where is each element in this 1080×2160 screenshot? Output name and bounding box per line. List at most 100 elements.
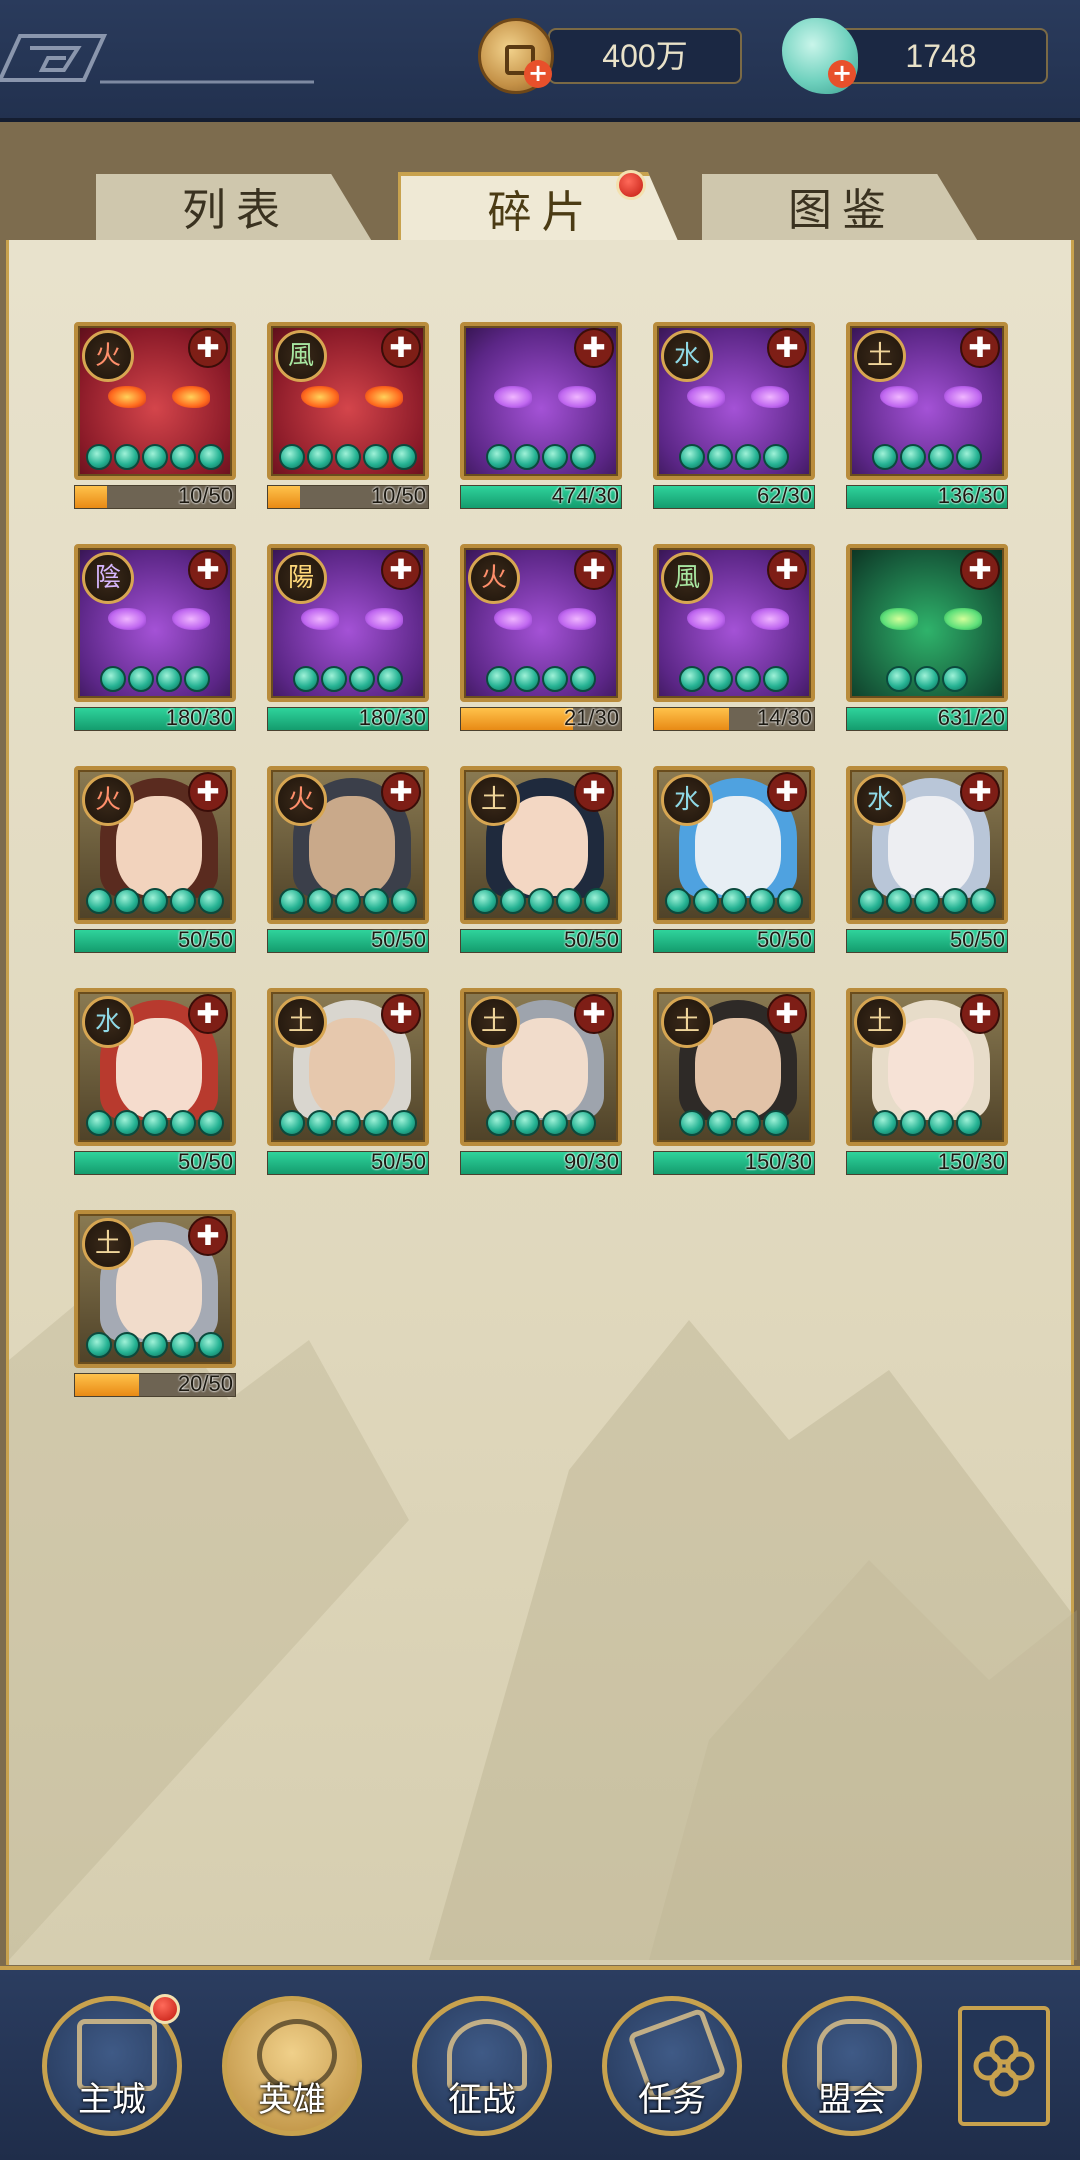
star-icon xyxy=(86,888,112,914)
hero-fragment-card[interactable]: ✚ xyxy=(460,322,622,480)
element-badge-icon: 風 xyxy=(275,330,327,382)
hero-fragment-card[interactable]: 火 ✚ xyxy=(74,766,236,924)
progress-text: 50/50 xyxy=(370,1149,426,1174)
puzzle-piece-icon: ✚ xyxy=(960,328,1000,368)
tab-list[interactable]: 列表 xyxy=(96,174,376,248)
notification-dot xyxy=(616,170,646,200)
star-icon xyxy=(693,888,719,914)
hero-fragment-card[interactable]: 火 ✚ xyxy=(460,544,622,702)
star-icon xyxy=(858,888,884,914)
star-icon xyxy=(872,1110,898,1136)
hero-fragment-card[interactable]: 水 ✚ xyxy=(74,988,236,1146)
star-icon xyxy=(570,444,596,470)
star-icon xyxy=(956,444,982,470)
star-icon xyxy=(486,1110,512,1136)
hero-fragment-card[interactable]: 陰 ✚ xyxy=(74,544,236,702)
star-icon xyxy=(942,666,968,692)
fragment-progress-bar: 10/50 xyxy=(74,483,236,509)
hero-fragment-card[interactable]: 陽 ✚ xyxy=(267,544,429,702)
nav-hero-button[interactable]: 英雄 xyxy=(222,1996,362,2136)
hero-fragment-card[interactable]: 風 ✚ xyxy=(653,544,815,702)
hero-fragment-card[interactable]: 水 ✚ xyxy=(653,766,815,924)
jade-value: 1748 xyxy=(905,38,977,74)
fragment-progress-bar: 180/30 xyxy=(267,705,429,731)
progress-text: 474/30 xyxy=(551,483,619,508)
mask-eyes-icon xyxy=(301,604,403,644)
progress-fill xyxy=(268,486,300,508)
star-icon xyxy=(514,1110,540,1136)
star-icon xyxy=(886,888,912,914)
star-rating xyxy=(464,444,618,472)
star-icon xyxy=(763,444,789,470)
hero-fragment-card[interactable]: 土 ✚ xyxy=(653,988,815,1146)
hero-fragment-card[interactable]: 土 ✚ xyxy=(460,766,622,924)
star-icon xyxy=(900,444,926,470)
puzzle-piece-icon: ✚ xyxy=(767,550,807,590)
hero-fragment-card[interactable]: 火 ✚ xyxy=(267,766,429,924)
star-icon xyxy=(914,666,940,692)
more-menu-button[interactable] xyxy=(958,2006,1050,2126)
star-icon xyxy=(184,666,210,692)
hero-fragment-card[interactable]: 土 ✚ xyxy=(267,988,429,1146)
fragment-progress-bar: 136/30 xyxy=(846,483,1008,509)
fragment-progress-bar: 62/30 xyxy=(653,483,815,509)
star-icon xyxy=(735,444,761,470)
star-icon xyxy=(363,1110,389,1136)
star-rating xyxy=(78,888,232,916)
nav-battle-button[interactable]: 征战 xyxy=(412,1996,552,2136)
hero-fragment-card[interactable]: 風 ✚ xyxy=(267,322,429,480)
star-icon xyxy=(970,888,996,914)
star-icon xyxy=(584,888,610,914)
hero-fragment-card[interactable]: 火 ✚ xyxy=(74,322,236,480)
star-icon xyxy=(86,1110,112,1136)
fragment-progress-bar: 150/30 xyxy=(653,1149,815,1175)
star-icon xyxy=(514,666,540,692)
progress-text: 10/50 xyxy=(370,483,426,508)
star-icon xyxy=(749,888,775,914)
star-rating xyxy=(271,444,425,472)
element-badge-icon: 水 xyxy=(82,996,134,1048)
mask-eyes-icon xyxy=(494,382,596,422)
puzzle-piece-icon: ✚ xyxy=(188,550,228,590)
star-icon xyxy=(391,888,417,914)
nav-quest-button[interactable]: 任务 xyxy=(602,1996,742,2136)
star-rating xyxy=(657,888,811,916)
hero-fragment-card[interactable]: 土 ✚ xyxy=(460,988,622,1146)
star-icon xyxy=(128,666,154,692)
progress-text: 136/30 xyxy=(937,483,1005,508)
progress-text: 50/50 xyxy=(370,927,426,952)
progress-text: 50/50 xyxy=(756,927,812,952)
tab-codex[interactable]: 图鉴 xyxy=(702,174,982,248)
add-coin-button[interactable]: + xyxy=(524,60,552,88)
star-icon xyxy=(763,1110,789,1136)
star-rating xyxy=(850,1110,1004,1138)
puzzle-piece-icon: ✚ xyxy=(381,994,421,1034)
add-jade-button[interactable]: + xyxy=(828,60,856,88)
star-rating xyxy=(78,1110,232,1138)
star-icon xyxy=(142,888,168,914)
puzzle-piece-icon: ✚ xyxy=(574,772,614,812)
star-icon xyxy=(307,444,333,470)
menu-logo-icon[interactable] xyxy=(0,28,320,88)
star-rating xyxy=(78,1332,232,1360)
progress-text: 631/20 xyxy=(937,705,1005,730)
star-icon xyxy=(142,444,168,470)
hero-fragment-card[interactable]: 水 ✚ xyxy=(846,766,1008,924)
hero-fragment-card[interactable]: 土 ✚ xyxy=(846,988,1008,1146)
star-rating xyxy=(464,666,618,694)
hero-fragment-card[interactable]: ✚ xyxy=(846,544,1008,702)
puzzle-piece-icon: ✚ xyxy=(188,1216,228,1256)
star-rating xyxy=(850,888,1004,916)
element-badge-icon: 火 xyxy=(82,330,134,382)
star-rating xyxy=(78,444,232,472)
star-icon xyxy=(142,1110,168,1136)
star-icon xyxy=(528,888,554,914)
hero-fragment-card[interactable]: 土 ✚ xyxy=(846,322,1008,480)
hero-fragment-card[interactable]: 水 ✚ xyxy=(653,322,815,480)
nav-guild-button[interactable]: 盟会 xyxy=(782,1996,922,2136)
star-rating xyxy=(271,666,425,694)
fragment-progress-bar: 180/30 xyxy=(74,705,236,731)
hero-fragment-card[interactable]: 土 ✚ xyxy=(74,1210,236,1368)
star-icon xyxy=(279,444,305,470)
element-badge-icon: 土 xyxy=(82,1218,134,1270)
